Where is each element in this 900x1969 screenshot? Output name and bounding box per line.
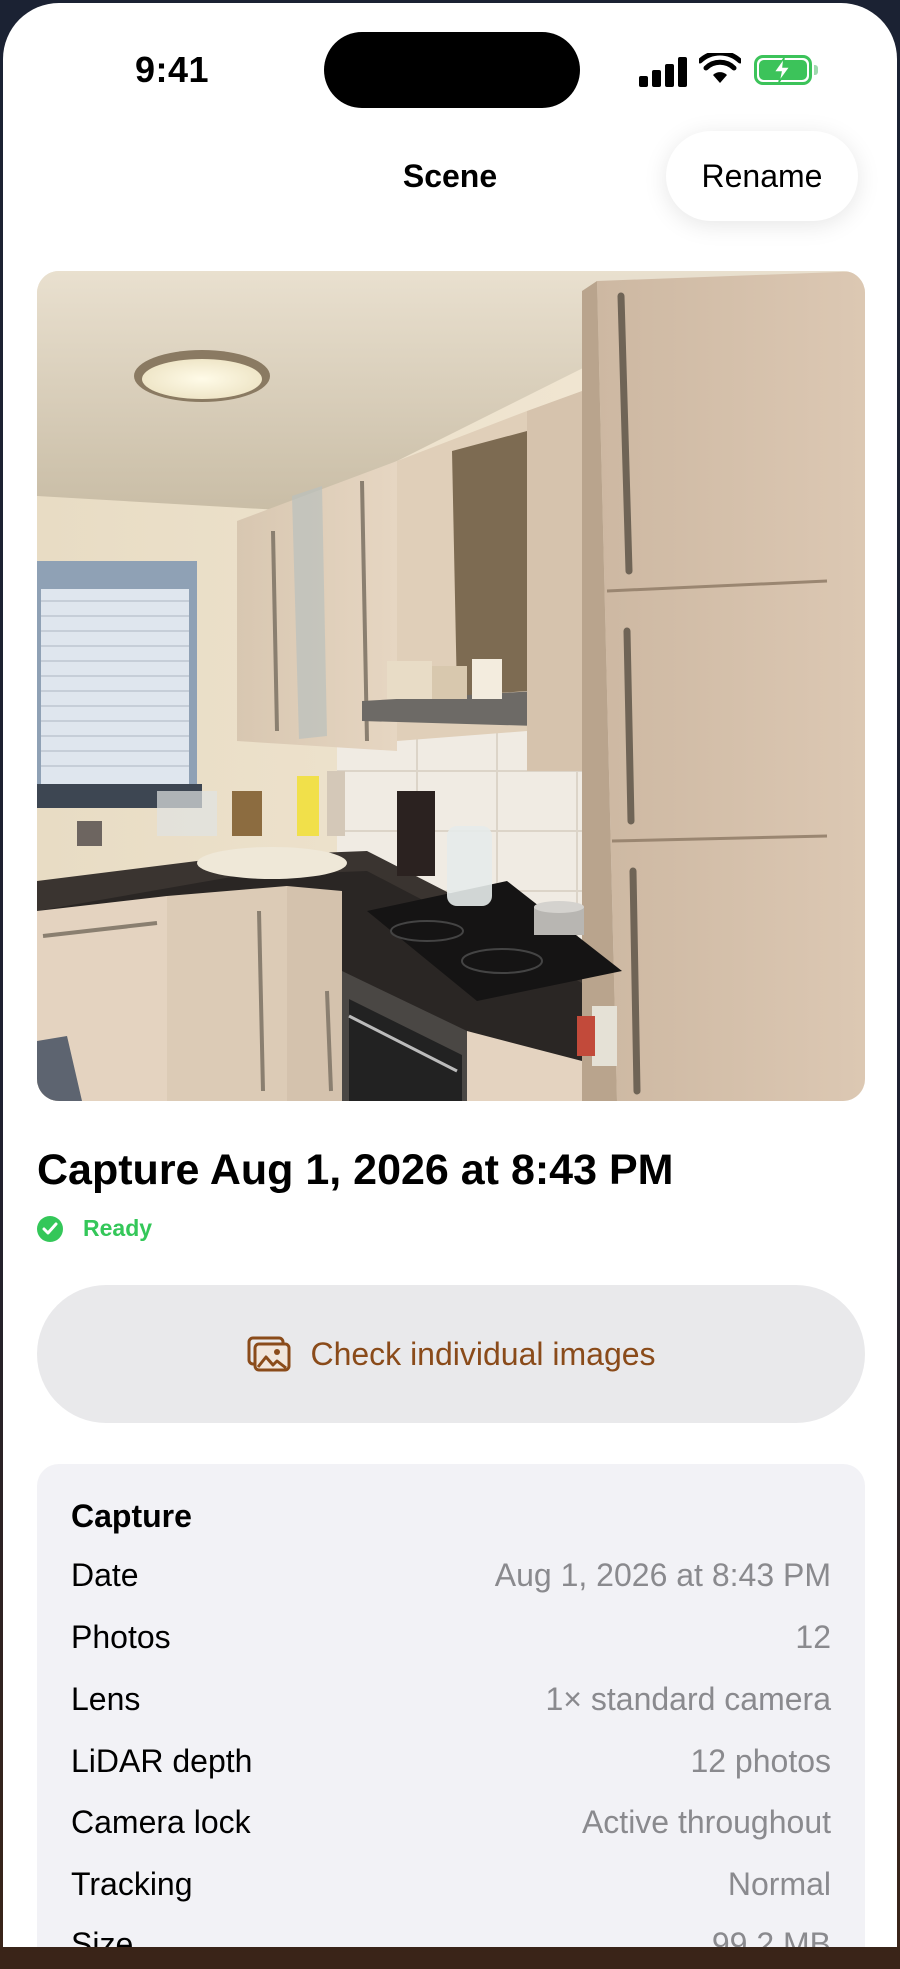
detail-key: Photos [71, 1619, 171, 1655]
detail-value: 99.2 MB [711, 1926, 831, 1947]
detail-value: Normal [727, 1866, 831, 1902]
detail-value: Active throughout [581, 1804, 831, 1840]
detail-key: LiDAR depth [71, 1743, 253, 1779]
battery-charging-icon [754, 55, 818, 85]
photo-stack-icon [247, 1336, 291, 1372]
detail-key: Size [71, 1926, 134, 1947]
detail-row-camera-lock: Camera lock Active throughout [71, 1804, 831, 1841]
checkmark-icon [37, 1215, 63, 1242]
detail-key: Tracking [71, 1866, 193, 1902]
card-heading: Capture [71, 1498, 192, 1534]
detail-value: 1× standard camera [545, 1681, 832, 1717]
detail-value: 12 photos [690, 1743, 831, 1779]
phone-screen: 9:41 Scene Rename Capture Aug 1, 2026 at… [3, 3, 897, 1947]
detail-value: Aug 1, 2026 at 8:43 PM [494, 1557, 831, 1593]
dynamic-island [324, 32, 580, 108]
detail-row-date: Date Aug 1, 2026 at 8:43 PM [71, 1557, 831, 1594]
detail-row-photos: Photos 12 [71, 1619, 831, 1656]
check-individual-images-label: Check individual images [310, 1335, 656, 1372]
detail-key: Date [71, 1557, 139, 1593]
status-badge: Ready [83, 1215, 153, 1241]
rename-button[interactable]: Rename [666, 131, 858, 221]
detail-row-size: Size 99.2 MB [71, 1926, 831, 1947]
detail-row-tracking: Tracking Normal [71, 1866, 831, 1903]
status-row: Ready [37, 1215, 152, 1242]
detail-key: Lens [71, 1681, 141, 1717]
wifi-icon [699, 53, 741, 83]
detail-row-lidar-depth: LiDAR depth 12 photos [71, 1743, 831, 1780]
capture-title: Capture Aug 1, 2026 at 8:43 PM [37, 1146, 674, 1194]
detail-value: 12 [795, 1619, 831, 1655]
detail-key: Camera lock [71, 1804, 251, 1840]
cellular-signal-icon [639, 55, 687, 87]
capture-details-card: Capture Date Aug 1, 2026 at 8:43 PM Phot… [37, 1464, 865, 1947]
status-time: 9:41 [135, 49, 210, 90]
check-individual-images-button[interactable]: Check individual images [37, 1285, 865, 1423]
scene-photo [37, 271, 865, 1101]
detail-row-lens: Lens 1× standard camera [71, 1681, 831, 1718]
